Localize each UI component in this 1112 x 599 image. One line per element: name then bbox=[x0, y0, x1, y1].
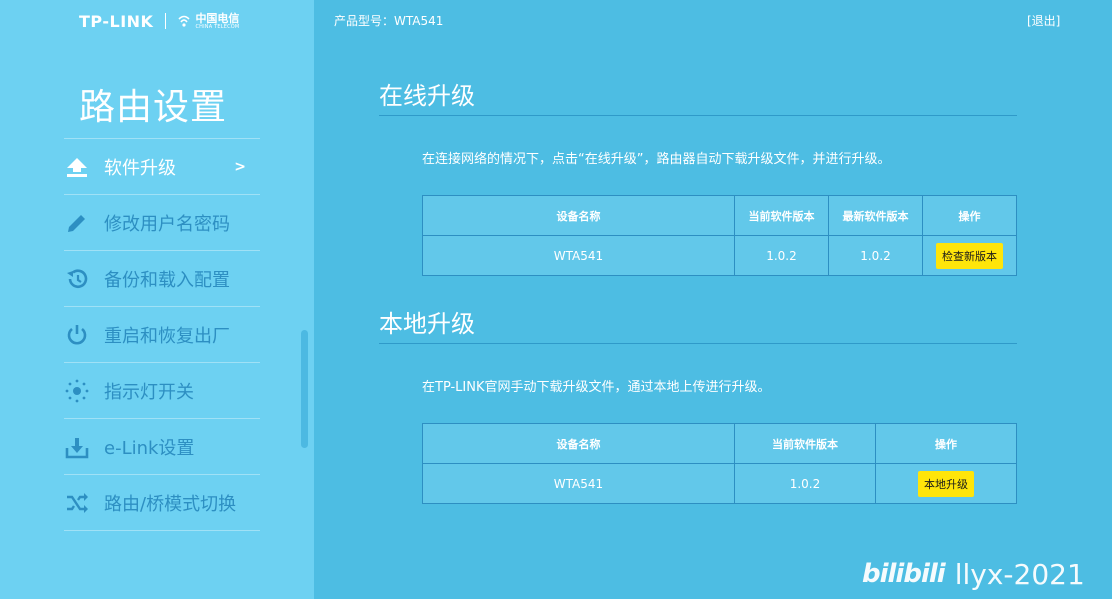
local-upgrade-button[interactable]: 本地升级 bbox=[918, 470, 974, 497]
sidebar-item-reboot-reset[interactable]: 重启和恢复出厂 bbox=[64, 306, 260, 362]
product-model: 产品型号：WTA541 bbox=[334, 14, 444, 28]
telecom-en-text: CHINA TELECOM bbox=[195, 23, 240, 30]
current-version-cell: 1.0.2 bbox=[734, 463, 876, 504]
table-header-row: 设备名称 当前软件版本 最新软件版本 操作 bbox=[422, 195, 1017, 236]
upload-icon bbox=[64, 154, 90, 180]
logout-link[interactable]: [退出] bbox=[1027, 12, 1060, 29]
device-name-cell: WTA541 bbox=[422, 235, 735, 276]
column-header: 设备名称 bbox=[422, 195, 735, 236]
sidebar-item-backup-config[interactable]: 备份和载入配置 bbox=[64, 250, 260, 306]
online-upgrade-description: 在连接网络的情况下，点击“在线升级”，路由器自动下载升级文件，并进行升级。 bbox=[422, 152, 891, 167]
sidebar-item-change-password[interactable]: 修改用户名密码 bbox=[64, 194, 260, 250]
sidebar-item-label: 备份和载入配置 bbox=[104, 269, 230, 291]
local-upgrade-title: 本地升级 bbox=[379, 310, 475, 338]
section-divider bbox=[379, 343, 1017, 344]
bilibili-watermark: bilibili llyx-2021 bbox=[862, 554, 1085, 594]
bilibili-logo: bilibili bbox=[862, 559, 946, 589]
watermark-username: llyx-2021 bbox=[954, 557, 1085, 591]
sidebar-item-label: 指示灯开关 bbox=[104, 381, 194, 403]
sidebar-item-label: 软件升级 bbox=[104, 157, 176, 179]
light-icon bbox=[64, 378, 90, 404]
column-header: 操作 bbox=[922, 195, 1017, 236]
latest-version-cell: 1.0.2 bbox=[828, 235, 923, 276]
action-cell: 检查新版本 bbox=[922, 235, 1017, 276]
sidebar-scrollbar[interactable] bbox=[301, 330, 308, 448]
sidebar: TP-LINK 中国电信 CHINA TELECOM 路由设置 软件升级 > 修… bbox=[0, 0, 314, 599]
column-header: 最新软件版本 bbox=[828, 195, 923, 236]
sidebar-item-software-upgrade[interactable]: 软件升级 > bbox=[64, 138, 260, 194]
telecom-cn-text: 中国电信 bbox=[195, 11, 240, 25]
history-icon bbox=[64, 266, 90, 292]
sidebar-item-label: 路由/桥模式切换 bbox=[104, 493, 237, 515]
column-header: 操作 bbox=[875, 423, 1017, 464]
sidebar-item-label: 重启和恢复出厂 bbox=[104, 325, 230, 347]
table-row: WTA541 1.0.2 本地升级 bbox=[422, 463, 1017, 504]
brand-logo: TP-LINK 中国电信 CHINA TELECOM bbox=[79, 11, 239, 31]
pencil-icon bbox=[64, 210, 90, 236]
device-name-cell: WTA541 bbox=[422, 463, 735, 504]
sidebar-menu: 软件升级 > 修改用户名密码 备份和载入配置 重启和恢复出厂 指示灯开关 e-L… bbox=[64, 138, 260, 531]
local-upgrade-description: 在TP-LINK官网手动下载升级文件，通过本地上传进行升级。 bbox=[422, 380, 771, 395]
chevron-right-icon: > bbox=[234, 158, 246, 175]
sidebar-item-label: 修改用户名密码 bbox=[104, 213, 230, 235]
sidebar-item-label: e-Link设置 bbox=[104, 437, 195, 459]
column-header: 设备名称 bbox=[422, 423, 735, 464]
telecom-icon bbox=[178, 15, 191, 27]
online-upgrade-table: 设备名称 当前软件版本 最新软件版本 操作 WTA541 1.0.2 1.0.2… bbox=[422, 195, 1017, 276]
table-row: WTA541 1.0.2 1.0.2 检查新版本 bbox=[422, 235, 1017, 276]
sidebar-item-router-bridge-mode[interactable]: 路由/桥模式切换 bbox=[64, 474, 260, 531]
tplink-logo: TP-LINK bbox=[79, 11, 154, 31]
sidebar-item-led-switch[interactable]: 指示灯开关 bbox=[64, 362, 260, 418]
sidebar-item-elink-settings[interactable]: e-Link设置 bbox=[64, 418, 260, 474]
check-new-version-button[interactable]: 检查新版本 bbox=[936, 242, 1003, 269]
sidebar-title: 路由设置 bbox=[79, 87, 228, 128]
column-header: 当前软件版本 bbox=[734, 423, 876, 464]
online-upgrade-title: 在线升级 bbox=[379, 82, 475, 110]
local-upgrade-table: 设备名称 当前软件版本 操作 WTA541 1.0.2 本地升级 bbox=[422, 423, 1017, 504]
column-header: 当前软件版本 bbox=[734, 195, 829, 236]
current-version-cell: 1.0.2 bbox=[734, 235, 829, 276]
table-header-row: 设备名称 当前软件版本 操作 bbox=[422, 423, 1017, 464]
brand-separator bbox=[165, 13, 167, 29]
download-tray-icon bbox=[64, 434, 90, 460]
section-divider bbox=[379, 115, 1017, 116]
action-cell: 本地升级 bbox=[875, 463, 1017, 504]
shuffle-icon bbox=[64, 490, 90, 516]
power-icon bbox=[64, 322, 90, 348]
china-telecom-logo: 中国电信 CHINA TELECOM bbox=[176, 13, 239, 30]
